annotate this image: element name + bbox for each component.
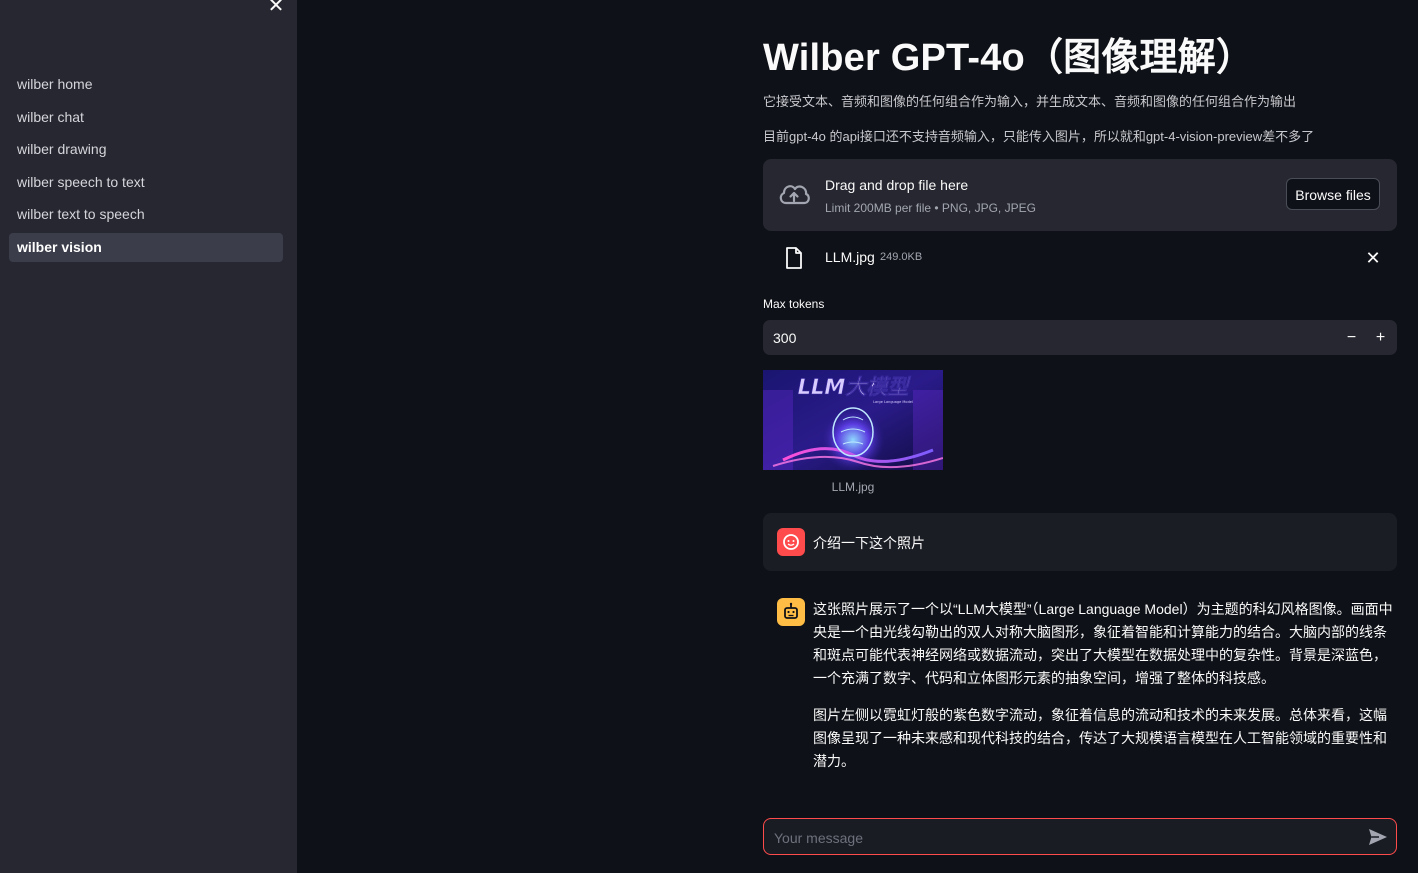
sidebar-item-chat[interactable]: wilber chat	[9, 103, 283, 132]
file-name: LLM.jpg	[825, 249, 875, 265]
assistant-message-text: 这张照片展示了一个以“LLM大模型”（Large Language Model）…	[813, 598, 1393, 787]
sidebar-item-text-to-speech[interactable]: wilber text to speech	[9, 200, 283, 229]
app-window: ✕ wilber home wilber chat wilber drawing…	[0, 0, 1418, 873]
page-title: Wilber GPT-4o（图像理解）	[763, 37, 1255, 79]
sidebar-item-speech-to-text[interactable]: wilber speech to text	[9, 168, 283, 197]
remove-file-button[interactable]: ✕	[1363, 247, 1383, 269]
decrement-button[interactable]: −	[1337, 320, 1366, 355]
cloud-upload-icon	[779, 185, 810, 205]
max-tokens-input[interactable]	[771, 320, 1275, 357]
page-description: 它接受文本、音频和图像的任何组合作为输入，并生成文本、音频和图像的任何组合作为输…	[763, 94, 1297, 109]
sidebar: ✕ wilber home wilber chat wilber drawing…	[0, 0, 297, 873]
send-icon[interactable]	[1368, 828, 1388, 846]
assistant-avatar	[777, 598, 805, 626]
file-icon	[786, 247, 802, 269]
dropzone-limit: Limit 200MB per file • PNG, JPG, JPEG	[825, 201, 1036, 215]
page-note: 目前gpt-4o 的api接口还不支持音频输入，只能传入图片，所以就和gpt-4…	[763, 129, 1315, 144]
user-message: 介绍一下这个照片	[763, 513, 1397, 571]
image-title: LLM大模型	[798, 375, 912, 399]
browse-files-button[interactable]: Browse files	[1286, 178, 1380, 210]
sidebar-item-drawing[interactable]: wilber drawing	[9, 135, 283, 164]
assistant-paragraph: 图片左侧以霓虹灯般的紫色数字流动，象征着信息的流动和技术的未来发展。总体来看，这…	[813, 707, 1387, 769]
user-avatar	[777, 528, 805, 556]
assistant-paragraph: 这张照片展示了一个以“LLM大模型”（Large Language Model）…	[813, 601, 1393, 686]
max-tokens-label: Max tokens	[763, 297, 825, 311]
increment-button[interactable]: +	[1366, 320, 1395, 355]
file-size: 249.0KB	[880, 251, 923, 263]
robot-icon	[784, 602, 798, 619]
image-caption: LLM.jpg	[831, 480, 875, 494]
sidebar-nav: wilber home wilber chat wilber drawing w…	[9, 70, 283, 265]
image-subtitle: Large Language Model	[873, 400, 913, 404]
chat-input[interactable]	[772, 819, 1356, 856]
close-sidebar-button[interactable]: ✕	[266, 0, 286, 16]
chat-input-box	[763, 818, 1397, 856]
smile-face-icon	[783, 534, 799, 550]
user-message-text: 介绍一下这个照片	[813, 535, 925, 551]
sidebar-item-vision[interactable]: wilber vision	[9, 232, 283, 262]
dropzone-title: Drag and drop file here	[825, 177, 969, 193]
sidebar-item-home[interactable]: wilber home	[9, 70, 283, 99]
max-tokens-stepper: − +	[763, 320, 1397, 357]
file-uploader-dropzone[interactable]: Drag and drop file here Limit 200MB per …	[763, 159, 1397, 231]
llm-image: LLM大模型 Large Language Model	[763, 370, 943, 470]
uploaded-image-preview: LLM大模型 Large Language Model	[763, 370, 943, 470]
uploaded-file: LLM.jpg 249.0KB ✕	[763, 240, 1397, 278]
